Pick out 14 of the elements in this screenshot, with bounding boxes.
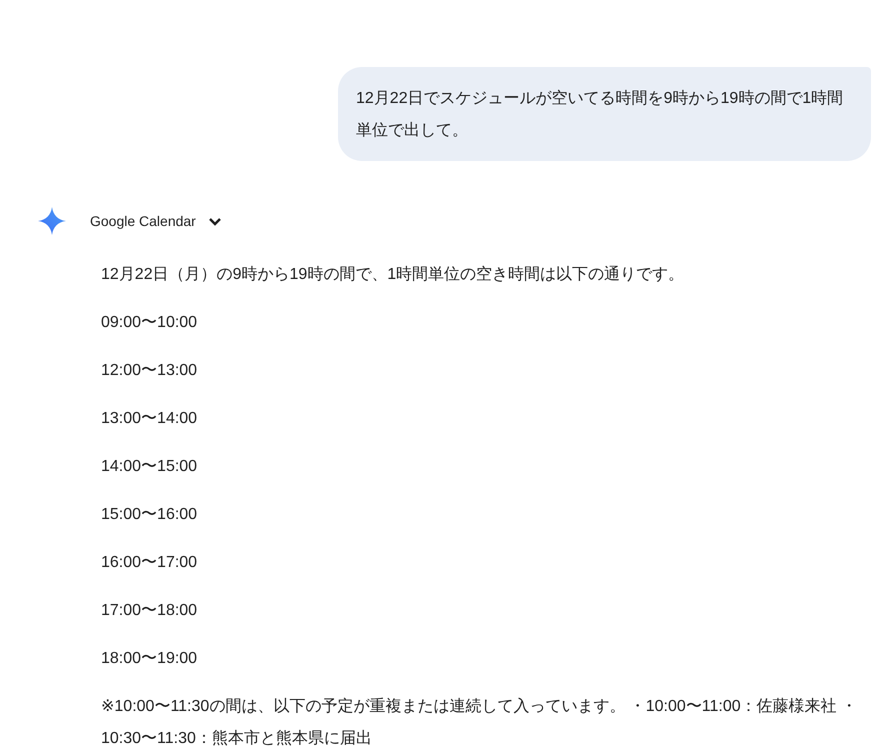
chevron-icon (208, 216, 222, 226)
source-dropdown[interactable]: Google Calendar (90, 213, 222, 229)
time-slot: 12:00〜13:00 (101, 355, 861, 387)
time-slot: 09:00〜10:00 (101, 307, 861, 339)
sparkle-icon (38, 207, 66, 235)
time-slot: 13:00〜14:00 (101, 403, 861, 435)
time-slot: 14:00〜15:00 (101, 451, 861, 483)
note-text: ※10:00〜11:30の間は、以下の予定が重複または連続して入っています。 ・10:00〜11:00：佐藤様来社 ・10:30〜11:30：熊本市と熊本県に届出 (101, 696, 858, 749)
user-message: 12月22日でスケジュールが空いてる時間を9時から19時の間で1時間単位で出して。 (338, 67, 871, 161)
time-slot: 15:00〜16:00 (101, 499, 861, 531)
time-slot: 16:00〜17:00 (101, 547, 861, 579)
time-slot: 18:00〜19:00 (101, 643, 861, 675)
time-slot: 17:00〜18:00 (101, 595, 861, 627)
response-text: 12月22日（月）の9時から19時の間で、1時間単位の空き時間は以下の通りです。 (101, 264, 686, 285)
